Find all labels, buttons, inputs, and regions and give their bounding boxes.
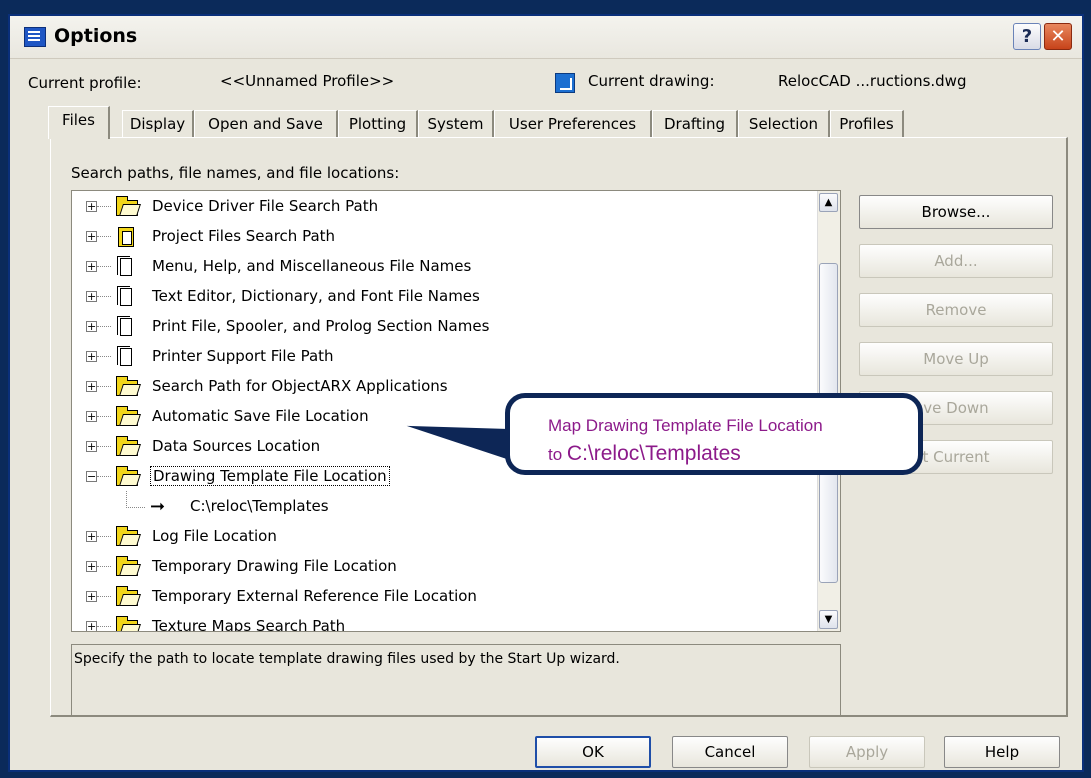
expand-icon[interactable]: + [86, 621, 97, 631]
folder-icon [116, 526, 138, 546]
project-icon [118, 227, 134, 247]
tree-item[interactable]: + Printer Support File Path [72, 345, 817, 369]
tree-item[interactable]: + Temporary Drawing File Location [72, 555, 817, 579]
current-profile-value: <<Unnamed Profile>> [220, 72, 395, 90]
tree-child-path-item[interactable]: ➞ C:\reloc\Templates [72, 491, 817, 519]
add-button[interactable]: Add... [859, 244, 1053, 278]
document-icon [117, 346, 132, 366]
tab-profiles[interactable]: Profiles [830, 110, 904, 137]
tree-item[interactable]: + Texture Maps Search Path [72, 615, 817, 632]
callout-line-1: Map Drawing Template File Location [548, 416, 823, 435]
document-icon [117, 316, 132, 336]
callout-path: C:\reloc\Templates [566, 442, 741, 465]
expand-icon[interactable]: + [86, 351, 97, 362]
folder-icon [116, 616, 138, 631]
tree-item[interactable]: + Device Driver File Search Path [72, 195, 817, 219]
tree-item-label: Data Sources Location [152, 437, 321, 455]
window-title: Options [54, 25, 138, 47]
tree-item[interactable]: + Print File, Spooler, and Prolog Sectio… [72, 315, 817, 339]
current-drawing-value: RelocCAD ...ructions.dwg [778, 72, 967, 90]
tree-item[interactable]: + Menu, Help, and Miscellaneous File Nam… [72, 255, 817, 279]
help-button[interactable]: Help [944, 736, 1060, 768]
callout-prefix: to [548, 445, 567, 464]
folder-icon [116, 406, 138, 426]
tree-item-label: Project Files Search Path [152, 227, 336, 245]
tree-item-label: Temporary External Reference File Locati… [152, 587, 477, 605]
remove-button[interactable]: Remove [859, 293, 1053, 327]
tab-files[interactable]: Files [48, 106, 110, 139]
browse-button[interactable]: Browse... [859, 195, 1053, 229]
expand-icon[interactable]: + [86, 291, 97, 302]
description-box: Specify the path to locate template draw… [71, 644, 841, 716]
expand-icon[interactable]: + [86, 561, 97, 572]
scroll-up-icon[interactable]: ▲ [819, 193, 838, 212]
current-profile-label: Current profile: [28, 74, 142, 92]
options-app-icon [24, 27, 46, 47]
folder-icon [116, 436, 138, 456]
tree-item-label: Printer Support File Path [152, 347, 334, 365]
tree-item[interactable]: + Log File Location [72, 525, 817, 549]
tab-system[interactable]: System [418, 110, 494, 137]
tree-item-label: Texture Maps Search Path [152, 617, 346, 632]
folder-icon [116, 556, 138, 576]
current-drawing-label: Current drawing: [588, 72, 715, 90]
expand-icon[interactable]: + [86, 201, 97, 212]
tree-item-label: Print File, Spooler, and Prolog Section … [152, 317, 490, 335]
callout-line-2: to C:\reloc\Templates [548, 442, 741, 466]
tree-item-label: Automatic Save File Location [152, 407, 369, 425]
folder-icon [116, 586, 138, 606]
open-folder-icon [116, 466, 138, 486]
help-icon-button[interactable]: ? [1013, 23, 1041, 50]
tree-item[interactable]: + Text Editor, Dictionary, and Font File… [72, 285, 817, 309]
tree-item[interactable]: + Project Files Search Path [72, 225, 817, 249]
folder-icon [116, 376, 138, 396]
cancel-button[interactable]: Cancel [672, 736, 788, 768]
document-icon [117, 256, 132, 276]
tree-item-label: Menu, Help, and Miscellaneous File Names [152, 257, 472, 275]
expand-icon[interactable]: + [86, 441, 97, 452]
ok-button[interactable]: OK [535, 736, 651, 768]
move-up-button[interactable]: Move Up [859, 342, 1053, 376]
drawing-icon [555, 73, 575, 93]
tree-item-label: C:\reloc\Templates [190, 497, 329, 515]
tree-item-label: Drawing Template File Location [150, 466, 390, 486]
tab-display[interactable]: Display [122, 110, 194, 137]
search-paths-label: Search paths, file names, and file locat… [71, 164, 400, 182]
expand-icon[interactable]: + [86, 231, 97, 242]
tree-item-label: Device Driver File Search Path [152, 197, 379, 215]
expand-icon[interactable]: + [86, 411, 97, 422]
tree-item-label: Text Editor, Dictionary, and Font File N… [152, 287, 480, 305]
scroll-down-icon[interactable]: ▼ [819, 610, 838, 629]
options-dialog: Options ? ✕ Current profile: <<Unnamed P… [8, 14, 1084, 772]
tree-item-label: Log File Location [152, 527, 277, 545]
tab-open-and-save[interactable]: Open and Save [194, 110, 338, 137]
tab-selection[interactable]: Selection [738, 110, 830, 137]
title-bar[interactable]: Options ? ✕ [10, 16, 1082, 59]
close-icon-button[interactable]: ✕ [1044, 23, 1072, 50]
collapse-icon[interactable]: − [86, 471, 97, 482]
tree-item-label: Temporary Drawing File Location [152, 557, 397, 575]
apply-button[interactable]: Apply [809, 736, 925, 768]
tree-item-label: Search Path for ObjectARX Applications [152, 377, 448, 395]
annotation-callout: Map Drawing Template File Location to C:… [505, 393, 923, 475]
expand-icon[interactable]: + [86, 321, 97, 332]
expand-icon[interactable]: + [86, 381, 97, 392]
document-icon [117, 286, 132, 306]
expand-icon[interactable]: + [86, 591, 97, 602]
tab-drafting[interactable]: Drafting [652, 110, 738, 137]
tree-item[interactable]: + Temporary External Reference File Loca… [72, 585, 817, 609]
tab-user-preferences[interactable]: User Preferences [494, 110, 652, 137]
arrow-right-icon: ➞ [150, 496, 166, 517]
folder-icon [116, 196, 138, 216]
tab-plotting[interactable]: Plotting [338, 110, 418, 137]
expand-icon[interactable]: + [86, 531, 97, 542]
expand-icon[interactable]: + [86, 261, 97, 272]
